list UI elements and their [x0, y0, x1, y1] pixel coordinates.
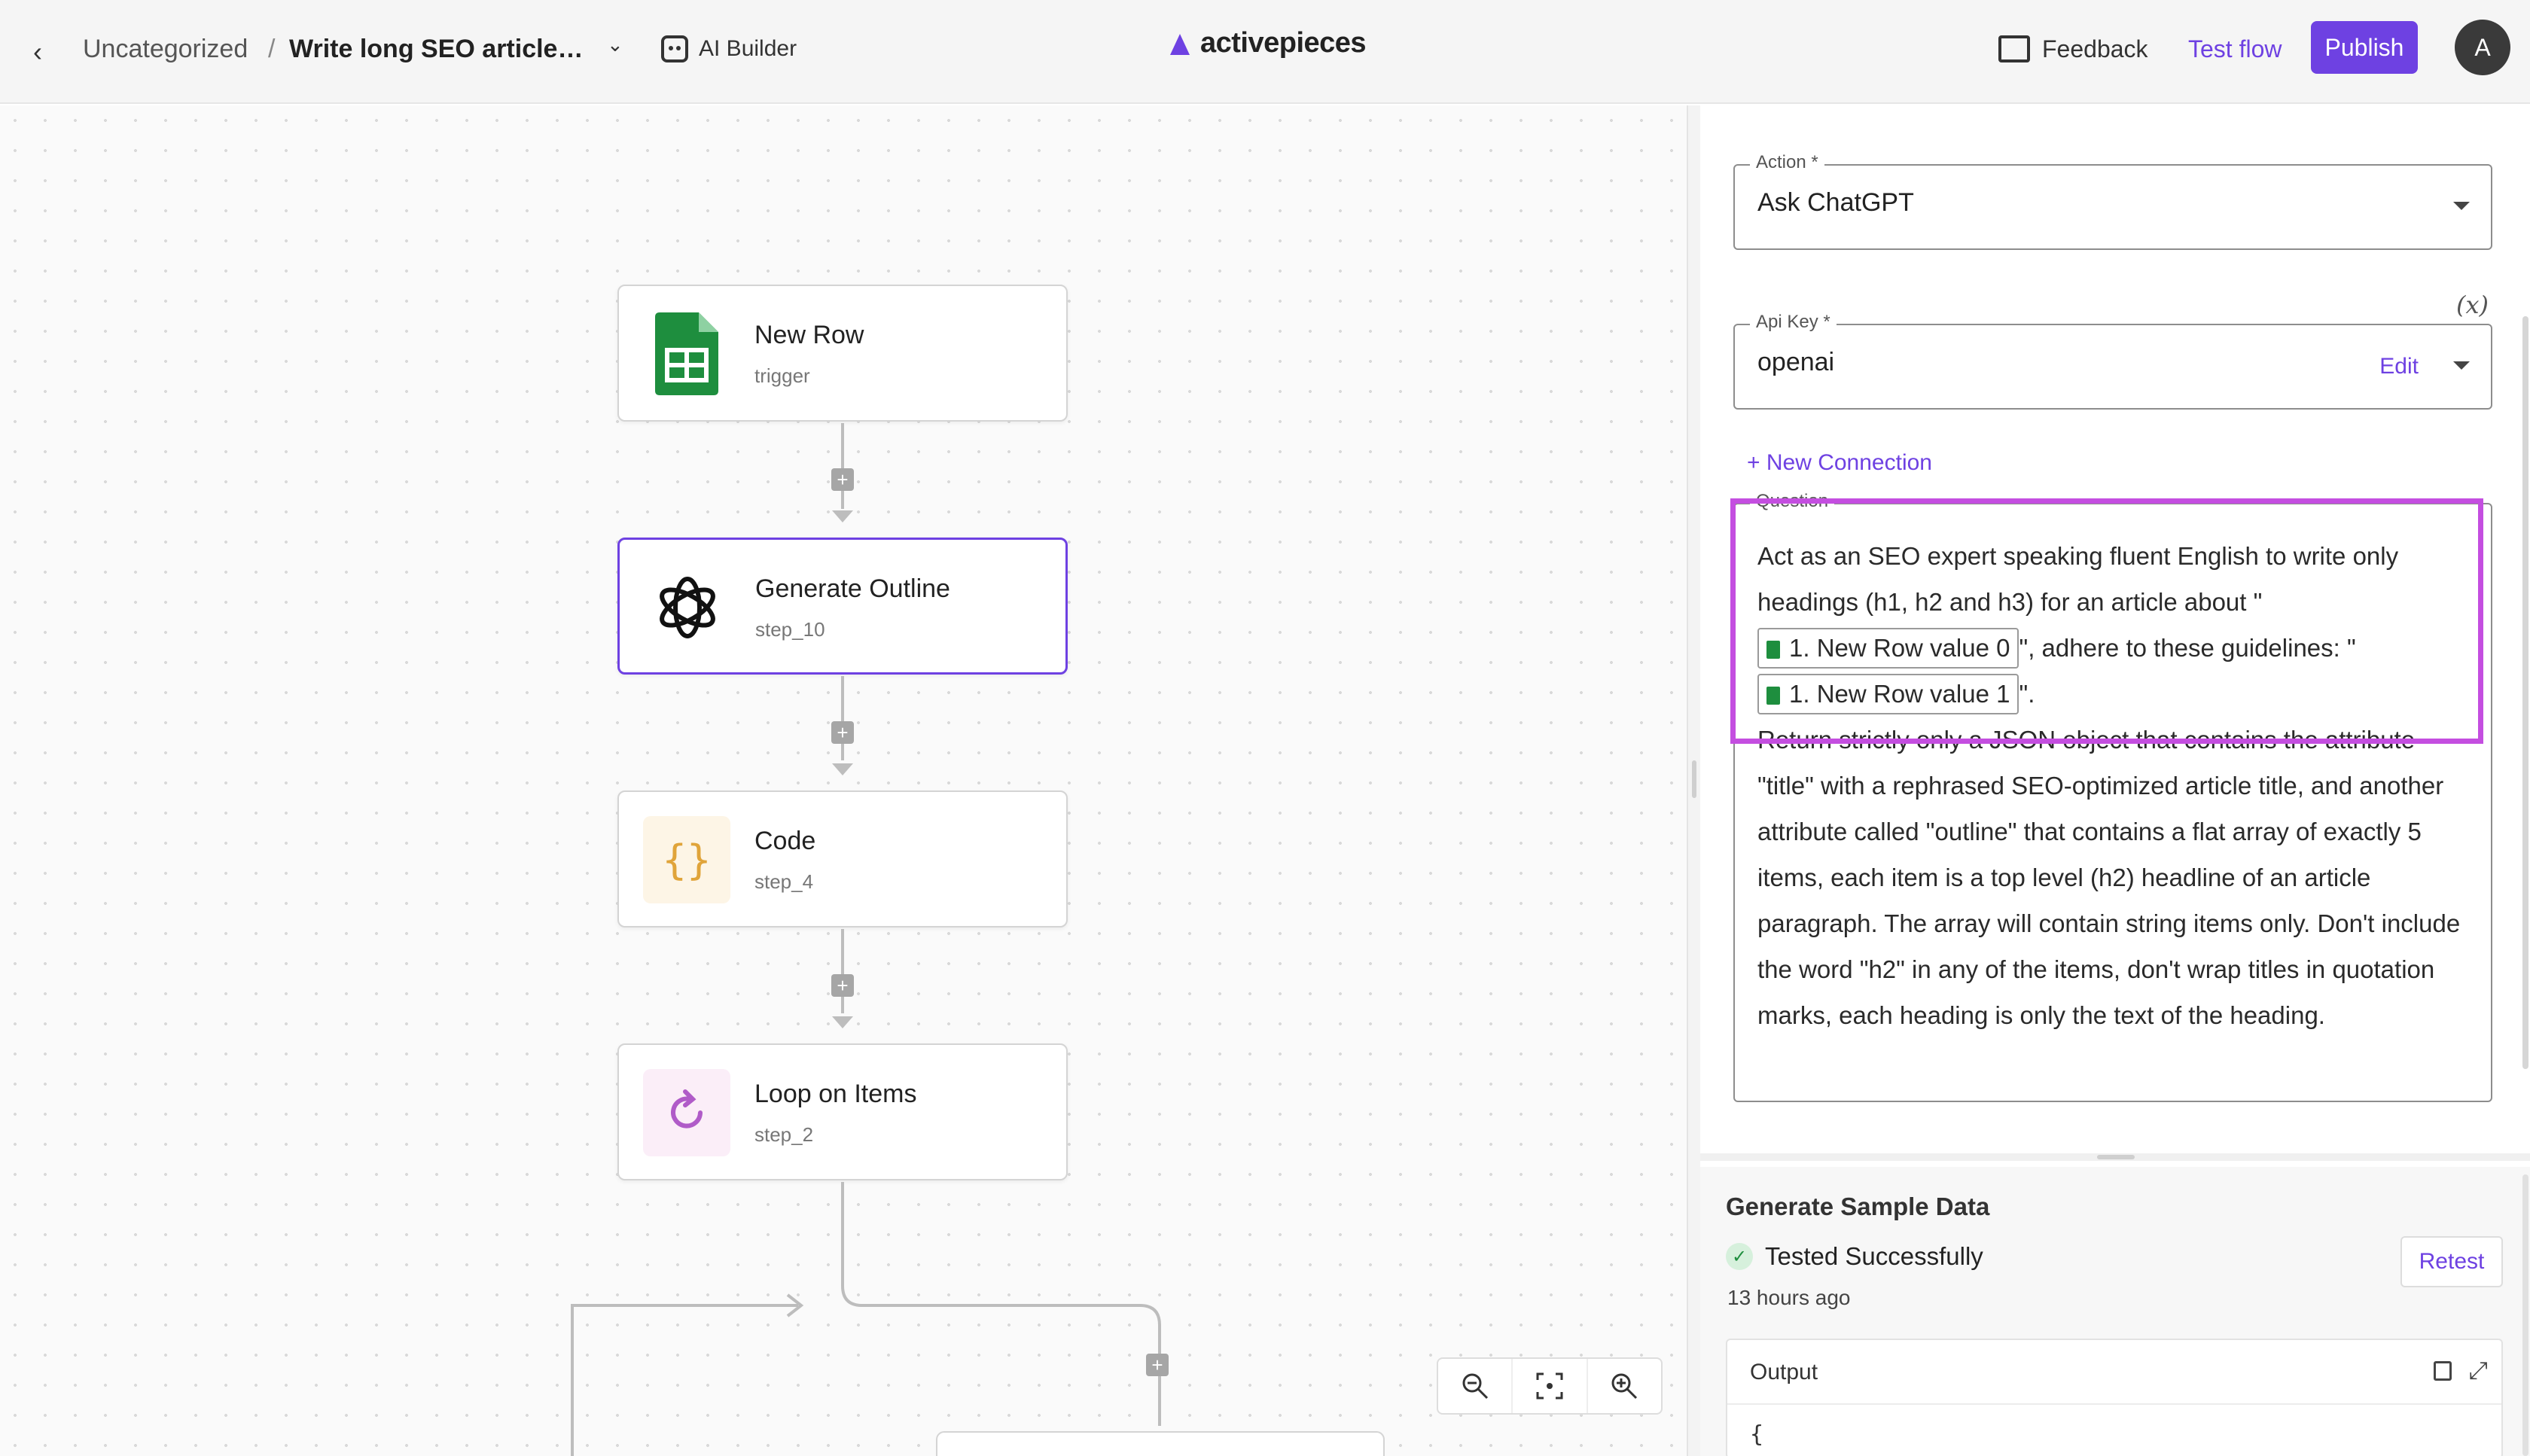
output-header: Output ⤢ [1727, 1340, 2501, 1405]
caret-down-icon [2453, 202, 2470, 210]
caret-down-icon [2453, 361, 2470, 370]
breadcrumb-separator: / [268, 35, 276, 63]
question-text-part: ". [2019, 680, 2035, 708]
back-arrow-icon[interactable]: ‹ [27, 33, 48, 71]
question-text[interactable]: Act as an SEO expert speaking fluent Eng… [1757, 533, 2473, 1038]
flow-name[interactable]: Write long SEO articles... [289, 30, 590, 68]
loop-connectors: + [571, 1182, 1385, 1456]
sample-data-resize-handle[interactable] [1700, 1153, 2530, 1161]
feedback-button[interactable]: Feedback [1998, 30, 2148, 68]
ai-builder-label: AI Builder [699, 36, 797, 61]
variable-chip[interactable]: 1. New Row value 1 [1757, 674, 2019, 714]
sample-data-title: Generate Sample Data [1726, 1193, 1990, 1220]
question-field[interactable]: Question Act as an SEO expert speaking f… [1733, 491, 2492, 1102]
question-text-part: Act as an SEO expert speaking fluent Eng… [1757, 542, 2399, 616]
fit-view-icon[interactable] [1513, 1359, 1588, 1413]
feedback-label: Feedback [2042, 35, 2148, 62]
logo: activepieces [1167, 27, 1367, 59]
test-timestamp: 13 hours ago [1727, 1286, 1851, 1309]
edit-connection-button[interactable]: Edit [2379, 354, 2419, 379]
output-box: Output ⤢ { [1726, 1339, 2503, 1456]
zoom-in-icon[interactable] [1588, 1359, 1661, 1413]
google-sheets-icon [1766, 687, 1780, 705]
zoom-toolbar [1437, 1357, 1663, 1415]
api-key-label: Api Key * [1750, 312, 1837, 333]
robot-icon [661, 35, 688, 62]
flow-canvas[interactable]: New Row trigger + Generate Outline step_… [0, 105, 1687, 1456]
action-select[interactable]: Action * Ask ChatGPT [1733, 152, 2492, 250]
action-value: Ask ChatGPT [1757, 188, 1914, 217]
check-icon: ✓ [1726, 1243, 1753, 1270]
sample-scrollbar[interactable] [2522, 1174, 2528, 1456]
output-label: Output [1750, 1360, 1818, 1384]
dynamic-value-toggle[interactable]: (x) [2456, 291, 2489, 319]
top-bar: ‹ Uncategorized / Write long SEO article… [0, 0, 2530, 104]
question-text-part: ", adhere to these guidelines: " [2019, 634, 2356, 662]
google-sheets-icon [1766, 641, 1780, 659]
variable-chip[interactable]: 1. New Row value 0 [1757, 628, 2019, 669]
avatar[interactable]: A [2455, 20, 2510, 75]
expand-icon[interactable]: ⤢ [2468, 1357, 2488, 1385]
zoom-out-icon[interactable] [1438, 1359, 1513, 1413]
variable-chip-label: 1. New Row value 1 [1789, 680, 2010, 708]
new-connection-button[interactable]: + New Connection [1747, 450, 1932, 476]
output-json: { [1750, 1421, 1764, 1448]
api-key-value: openai [1757, 348, 1835, 376]
copy-icon[interactable] [2434, 1361, 2452, 1381]
api-key-select[interactable]: Api Key * openai Edit [1733, 312, 2492, 410]
retest-button[interactable]: Retest [2400, 1236, 2503, 1287]
test-flow-button[interactable]: Test flow [2188, 30, 2282, 68]
variable-chip-label: 1. New Row value 0 [1789, 634, 2010, 662]
svg-text:+: + [1151, 1354, 1163, 1376]
question-label: Question [1750, 491, 1835, 512]
breadcrumb-folder[interactable]: Uncategorized [83, 30, 248, 68]
panel-scrollbar[interactable] [2522, 316, 2528, 1069]
publish-button[interactable]: Publish [2311, 21, 2418, 74]
question-text-part: Return strictly only a JSON object that … [1757, 726, 2461, 1029]
feedback-icon [1998, 35, 2030, 62]
chevron-down-icon[interactable]: ⌄ [607, 33, 623, 56]
ai-builder-button[interactable]: AI Builder [661, 30, 797, 68]
activepieces-logo-icon [1167, 31, 1193, 56]
panel-resize-handle[interactable] [1687, 105, 1700, 1456]
sample-data-section: Generate Sample Data ✓ Tested Successful… [1700, 1167, 2530, 1456]
action-label: Action * [1750, 152, 1824, 173]
test-status: ✓ Tested Successfully [1726, 1242, 1983, 1271]
logo-text: activepieces [1200, 27, 1367, 59]
test-status-label: Tested Successfully [1765, 1242, 1983, 1270]
